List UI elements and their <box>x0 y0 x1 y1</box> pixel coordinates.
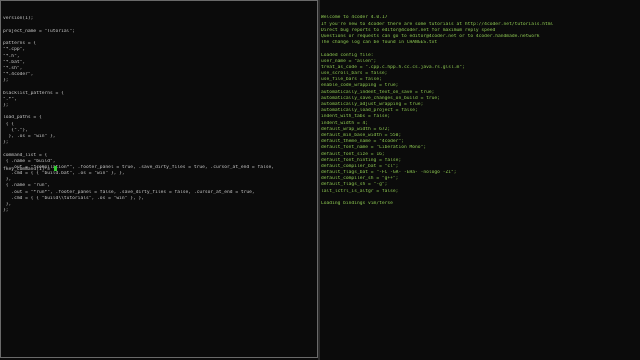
project-file-text[interactable]: version(1); project_name = "Tutorial"; pat… <box>3 16 317 214</box>
command-line-text[interactable]: fkey_command[1] = <box>3 167 53 172</box>
text-cursor <box>53 166 57 171</box>
project-file-panel[interactable]: version(1); project_name = "Tutorial"; pat… <box>0 0 318 358</box>
message-line: Loading bindings vim/terse <box>321 201 393 207</box>
code-line: }; <box>3 208 9 214</box>
editor-window: version(1); project_name = "Tutorial"; pat… <box>0 0 640 360</box>
messages-text: Welcome to 4coder 4.0.17 If you're new to… <box>321 15 640 207</box>
messages-panel[interactable]: Welcome to 4coder 4.0.17 If you're new to… <box>320 0 640 358</box>
command-line[interactable]: fkey_command[1] = <box>3 166 57 173</box>
